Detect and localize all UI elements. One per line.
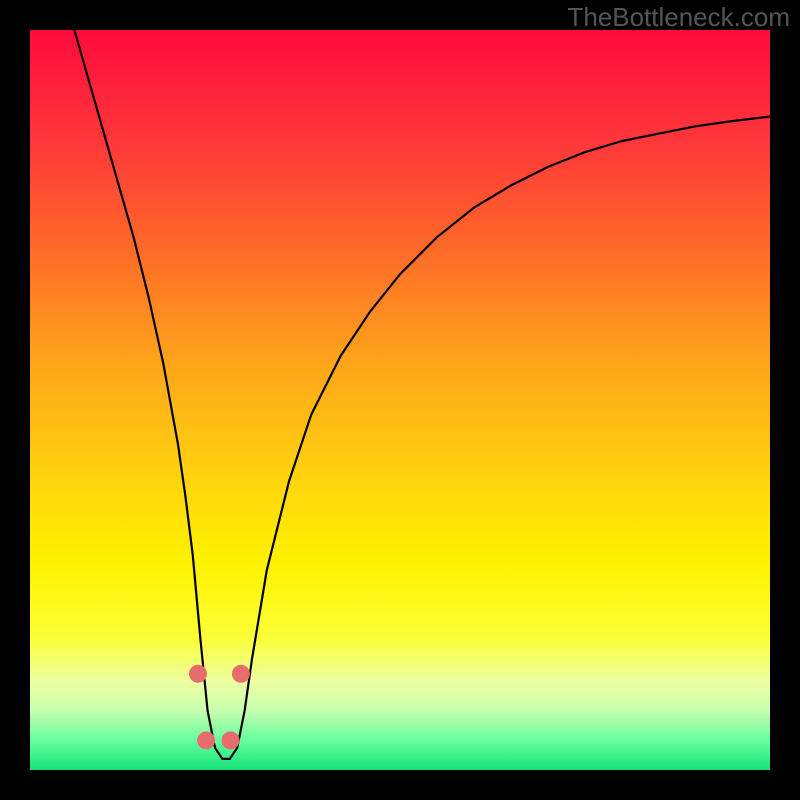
chart-svg — [30, 30, 770, 770]
marker-point-0 — [189, 665, 207, 683]
marker-point-1 — [197, 731, 215, 749]
watermark-text: TheBottleneck.com — [567, 2, 790, 33]
marker-point-3 — [232, 665, 250, 683]
bottleneck-chart — [30, 30, 770, 770]
marker-point-2 — [222, 731, 240, 749]
